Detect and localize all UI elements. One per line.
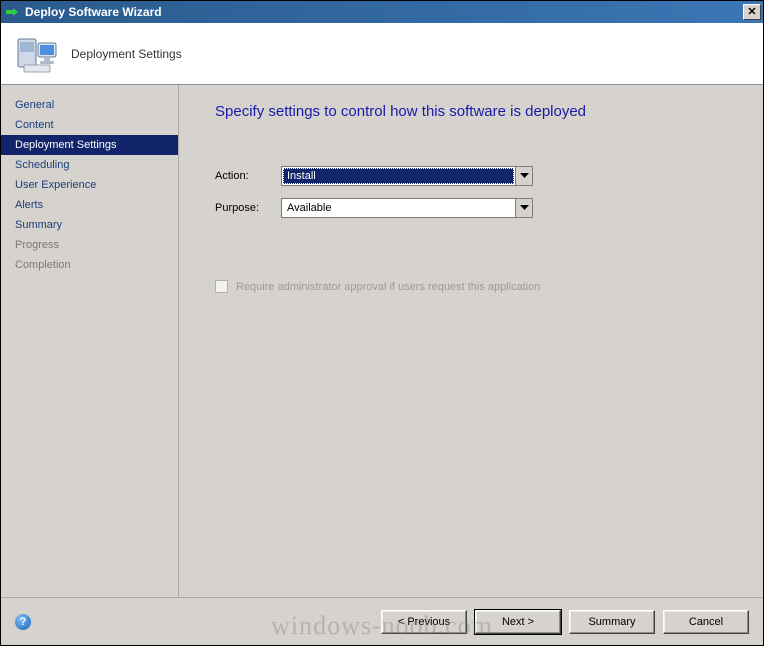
button-label: Cancel [689, 616, 723, 628]
sidebar-item-deployment-settings[interactable]: Deployment Settings [1, 135, 178, 155]
close-button[interactable]: ✕ [743, 4, 761, 20]
previous-button[interactable]: < Previous [381, 610, 467, 634]
sidebar-item-summary[interactable]: Summary [1, 215, 178, 235]
purpose-label: Purpose: [215, 202, 281, 214]
sidebar-item-scheduling[interactable]: Scheduling [1, 155, 178, 175]
action-value: Install [283, 168, 514, 184]
computer-icon [13, 30, 61, 78]
purpose-row: Purpose: Available [215, 198, 737, 218]
sidebar-item-content[interactable]: Content [1, 115, 178, 135]
sidebar-item-label: General [15, 99, 54, 111]
sidebar-item-label: Alerts [15, 199, 43, 211]
sidebar-item-label: Scheduling [15, 159, 69, 171]
sidebar-item-label: Deployment Settings [15, 139, 117, 151]
sidebar-item-label: Progress [15, 239, 59, 251]
wizard-arrow-icon [5, 5, 19, 19]
purpose-value: Available [283, 200, 514, 216]
sidebar-item-progress: Progress [1, 235, 178, 255]
summary-button[interactable]: Summary [569, 610, 655, 634]
sidebar-item-user-experience[interactable]: User Experience [1, 175, 178, 195]
require-approval-row: Require administrator approval if users … [215, 280, 737, 293]
purpose-dropdown[interactable]: Available [281, 198, 533, 218]
sidebar-item-label: Completion [15, 259, 71, 271]
wizard-footer: ? < Previous Next > Summary Cancel [1, 597, 763, 645]
sidebar-item-label: Content [15, 119, 54, 131]
action-row: Action: Install [215, 166, 737, 186]
header-subtitle: Deployment Settings [71, 47, 182, 61]
action-label: Action: [215, 170, 281, 182]
content-panel: Specify settings to control how this sof… [179, 85, 763, 597]
body: General Content Deployment Settings Sche… [1, 85, 763, 597]
sidebar-item-label: Summary [15, 219, 62, 231]
button-label: Summary [588, 616, 635, 628]
window-title: Deploy Software Wizard [25, 5, 743, 19]
header-band: Deployment Settings [1, 23, 763, 85]
chevron-down-icon[interactable] [515, 167, 532, 185]
require-approval-checkbox [215, 280, 228, 293]
button-label: < Previous [398, 616, 450, 628]
close-icon: ✕ [747, 7, 756, 18]
page-heading: Specify settings to control how this sof… [215, 103, 737, 120]
next-button[interactable]: Next > [475, 610, 561, 634]
titlebar: Deploy Software Wizard ✕ [1, 1, 763, 23]
wizard-sidebar: General Content Deployment Settings Sche… [1, 85, 179, 597]
sidebar-item-completion: Completion [1, 255, 178, 275]
wizard-window: Deploy Software Wizard ✕ Deployment Sett… [0, 0, 764, 646]
sidebar-item-label: User Experience [15, 179, 96, 191]
action-dropdown[interactable]: Install [281, 166, 533, 186]
help-icon[interactable]: ? [15, 614, 31, 630]
require-approval-label: Require administrator approval if users … [236, 281, 541, 293]
sidebar-item-general[interactable]: General [1, 95, 178, 115]
sidebar-item-alerts[interactable]: Alerts [1, 195, 178, 215]
chevron-down-icon[interactable] [515, 199, 532, 217]
button-label: Next > [502, 616, 534, 628]
cancel-button[interactable]: Cancel [663, 610, 749, 634]
help-glyph: ? [20, 616, 27, 628]
